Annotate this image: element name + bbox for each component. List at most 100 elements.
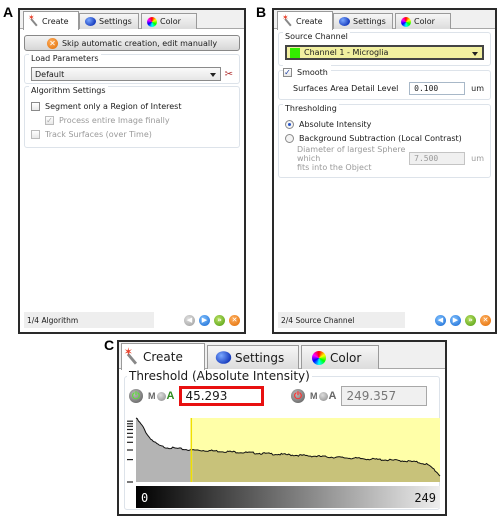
checkbox-box[interactable] [31,101,40,111]
panel-b: Create Settings Color Source Channel Cha… [272,8,497,334]
checkbox-label: Smooth [297,67,328,77]
next-button[interactable]: ▶ [199,314,210,326]
background-subtraction-radio[interactable]: Background Subtraction (Local Contrast) [285,131,484,145]
tab-label: Color [414,17,435,26]
tab-label: Create [42,16,69,26]
smooth-group: ✓ Smooth Surfaces Area Detail Level 0.10… [278,65,491,100]
group-title: Algorithm Settings [29,86,108,95]
threshold-low-input[interactable]: 45.293 [179,386,265,406]
power-low-icon[interactable]: ⏻ [129,389,143,403]
manual-auto-toggle-low[interactable]: M A [148,390,174,402]
manual-auto-toggle-high[interactable]: M A [310,390,336,402]
wand-icon [28,13,39,26]
tab-label: Create [143,350,183,364]
checkbox-box[interactable] [31,129,40,139]
load-parameters-select[interactable]: Default [31,67,221,81]
tab-create[interactable]: Create [277,11,333,30]
source-channel-group: Source Channel Channel 1 - Microglia [278,32,491,66]
diameter-label: Diameter of largest Sphere which fits in… [297,145,409,172]
group-title: Load Parameters [29,54,101,63]
checkbox-box[interactable]: ✓ [45,115,54,125]
unit-label: um [471,84,484,93]
source-channel-select[interactable]: Channel 1 - Microglia [285,45,484,60]
panel-c: Create Settings Color Threshold (Absolut… [117,340,447,516]
tab-color[interactable]: Color [395,13,451,29]
tab-label: Settings [235,350,285,365]
color-wheel-icon [312,350,326,365]
process-entire-image-checkbox[interactable]: ✓ Process entire Image finally [31,113,233,127]
toggle-disc-icon [318,391,328,401]
figure-label-c: C [104,337,115,353]
intensity-gradient-bar [136,486,440,508]
diameter-input[interactable]: 7.500 [409,152,466,165]
tab-settings[interactable]: Settings [79,13,139,29]
tab-create[interactable]: Create [23,11,79,30]
cancel-button[interactable]: ✕ [229,314,240,326]
absolute-intensity-radio[interactable]: Absolute Intensity [285,117,484,131]
cancel-button[interactable]: ✕ [480,314,491,326]
detail-level-label: Surfaces Area Detail Level [293,84,399,93]
button-label: Skip automatic creation, edit manually [61,38,218,48]
unit-label: um [471,154,484,163]
settings-blob-icon [339,17,350,26]
select-value: Default [35,69,65,79]
wand-icon [282,13,293,26]
histogram-chart[interactable]: 0 249 [125,412,443,512]
checkbox-label: Segment only a Region of Interest [45,101,182,111]
gradient-max-label: 249 [414,491,436,505]
settings-blob-icon [85,17,96,26]
checkbox-label: Process entire Image finally [59,115,170,125]
settings-blob-icon [215,351,232,364]
ma-a: A [328,390,337,402]
finish-button[interactable]: » [214,314,225,326]
power-high-icon[interactable]: ⏻ [291,389,305,403]
segment-roi-checkbox[interactable]: Segment only a Region of Interest [31,99,233,113]
tab-settings[interactable]: Settings [333,13,393,29]
status-bar: 1/4 Algorithm ◀ ▶ » ✕ [24,312,240,328]
tab-label: Settings [353,17,386,26]
tab-create[interactable]: Create [121,343,205,370]
gradient-min-label: 0 [141,491,148,505]
threshold-group: Threshold (Absolute Intensity) ⏻ M A 45.… [124,369,443,512]
tab-color[interactable]: Color [141,13,197,29]
algorithm-settings-group: Algorithm Settings Segment only a Region… [24,86,240,148]
back-button[interactable]: ◀ [435,314,446,326]
threshold-high-input[interactable]: 249.357 [341,386,428,406]
chevron-down-icon [472,52,478,56]
finish-button[interactable]: » [465,314,476,326]
tab-label: Settings [99,17,132,26]
status-text: 1/4 Algorithm [24,312,154,328]
tab-bar: Create Settings Color [20,10,244,30]
diameter-label-line: Diameter of largest Sphere which [297,145,406,163]
panel-a: Create Settings Color ✕ Skip automatic c… [18,8,246,334]
cancel-icon: ✕ [46,37,58,49]
detail-level-input[interactable]: 0.100 [409,82,466,95]
load-parameters-group: Load Parameters Default ✂ [24,54,240,84]
ma-a: A [166,390,175,402]
tab-color[interactable]: Color [301,345,379,369]
tools-icon[interactable]: ✂ [225,69,233,80]
status-bar: 2/4 Source Channel ◀ ▶ » ✕ [278,312,491,328]
radio-label: Absolute Intensity [299,119,372,129]
color-wheel-icon [147,16,157,27]
skip-automatic-creation-button[interactable]: ✕ Skip automatic creation, edit manually [24,35,240,51]
channel-color-swatch [290,47,300,58]
figure-label-a: A [3,4,14,20]
radio-button[interactable] [285,133,294,143]
checkbox-label: Track Surfaces (over Time) [45,129,152,139]
tab-label: Color [160,17,181,26]
smooth-checkbox[interactable]: ✓ Smooth [283,65,331,79]
checkbox-box[interactable]: ✓ [283,67,292,77]
tab-bar: Create Settings Color [274,10,495,30]
group-title: Source Channel [283,32,350,41]
radio-button[interactable] [285,119,294,129]
radio-label: Background Subtraction (Local Contrast) [299,133,462,143]
tab-label: Create [296,16,323,26]
tab-settings[interactable]: Settings [207,345,299,369]
select-value: Channel 1 - Microglia [304,48,389,57]
back-button[interactable]: ◀ [184,314,195,326]
next-button[interactable]: ▶ [450,314,461,326]
track-surfaces-checkbox[interactable]: Track Surfaces (over Time) [31,127,233,141]
tab-bar: Create Settings Color [119,342,445,370]
figure-label-b: B [256,4,267,20]
